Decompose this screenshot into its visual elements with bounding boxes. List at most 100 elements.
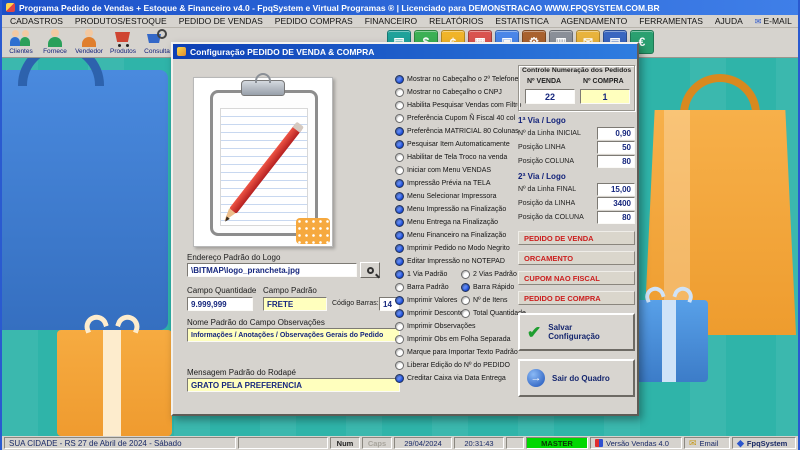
app-titlebar[interactable]: Programa Pedido de Vendas + Estoque & Fi…	[2, 0, 798, 15]
linha-inicial-field[interactable]: 0,90	[597, 127, 635, 140]
posicao-linha-field[interactable]: 50	[597, 141, 635, 154]
save-config-button[interactable]: ✔ Salvar Configuração	[518, 313, 635, 351]
option-marque-para-importar-texto-padrao[interactable]: Marque para Importar Texto Padrão	[395, 347, 518, 358]
status-version: Versão Vendas 4.0	[590, 437, 682, 449]
toolbar-clientes[interactable]: Clientes	[4, 29, 38, 58]
obs-value: Informações / Anotações / Observações Ge…	[191, 331, 384, 339]
browse-logo-button[interactable]	[360, 262, 380, 278]
option-total-quantidade[interactable]: Total Quantidade	[461, 308, 526, 319]
option-label: Impressão Prévia na TELA	[407, 180, 491, 187]
radio-icon	[395, 75, 404, 84]
option-label: Menu Selecionar Impressora	[407, 193, 497, 200]
default-field[interactable]: FRETE	[263, 297, 327, 311]
option-barra-rapido[interactable]: Barra Rápido	[461, 282, 514, 293]
clipboard-illustration	[193, 77, 333, 247]
clients-icon	[10, 29, 32, 48]
email-icon: ✉	[689, 437, 697, 448]
menu-pedido-compras[interactable]: PEDIDO COMPRAS	[269, 16, 359, 26]
option-menu-selecionar-impressora[interactable]: Menu Selecionar Impressora	[395, 191, 497, 202]
option-imprimir-descontos[interactable]: Imprimir Descontos	[395, 308, 467, 319]
posicao-da-coluna-field[interactable]: 80	[597, 211, 635, 224]
posicao-coluna-label: Posição COLUNA	[518, 158, 575, 165]
option-menu-entrega-na-finalizacao[interactable]: Menu Entrega na Finalização	[395, 217, 498, 228]
menu-e-mail[interactable]: ✉ E-MAIL	[749, 16, 798, 26]
option-imprimir-observacoes[interactable]: Imprimir Observações	[395, 321, 475, 332]
radio-icon	[395, 296, 404, 305]
option-mostrar-no-cabecalho-o-cnpj[interactable]: Mostrar no Cabeçalho o CNPJ	[395, 87, 502, 98]
menu-estatistica[interactable]: ESTATISTICA	[489, 16, 555, 26]
field-row: Posição COLUNA 80	[518, 155, 635, 168]
radio-icon	[395, 166, 404, 175]
menu-ferramentas[interactable]: FERRAMENTAS	[633, 16, 709, 26]
posicao-da-linha-label: Posição da LINHA	[518, 200, 576, 207]
exit-icon: →	[527, 369, 545, 387]
option-imprimir-pedido-no-modo-negrito[interactable]: Imprimir Pedido no Modo Negrito	[395, 243, 510, 254]
menu-financeiro[interactable]: FINANCEIRO	[359, 16, 423, 26]
option-2-vias-padrao[interactable]: 2 Vias Padrão	[461, 269, 517, 280]
option-menu-impressao-na-finalizacao[interactable]: Menu Impressão na Finalização	[395, 204, 506, 215]
logo-path-field[interactable]: \BITMAP\logo_prancheta.jpg	[187, 263, 357, 277]
menu-ajuda[interactable]: AJUDA	[709, 16, 749, 26]
option-1-via-padrao[interactable]: 1 Via Padrão	[395, 269, 447, 280]
option-habilita-pesquisar-vendas-com-filtro[interactable]: Habilita Pesquisar Vendas com Filtro	[395, 100, 521, 111]
option-label: Imprimir Observações	[407, 323, 476, 330]
posicao-coluna-field[interactable]: 80	[597, 155, 635, 168]
footer-value: GRATO PELA PREFERENCIA	[191, 380, 302, 390]
option-menu-financeiro-na-finalizacao[interactable]: Menu Financeiro na Finalização	[395, 230, 506, 241]
status-email[interactable]: ✉ Email	[684, 437, 730, 449]
option-preferencia-cupom-n-fiscal-40-col[interactable]: Preferência Cupom Ñ Fiscal 40 col	[395, 113, 515, 124]
status-bar: SUA CIDADE - RS 27 de Abril de 2024 - Sá…	[2, 436, 798, 450]
radio-icon	[395, 322, 404, 331]
orange-gift-illustration	[57, 311, 172, 436]
menu-agendamento[interactable]: AGENDAMENTO	[555, 16, 633, 26]
option-imprimir-valores[interactable]: Imprimir Valores	[395, 295, 457, 306]
option-iniciar-com-menu-vendas[interactable]: Iniciar com Menu VENDAS	[395, 165, 491, 176]
button-cupom-nao-fiscal[interactable]: CUPOM NAO FISCAL	[518, 271, 635, 285]
toolbar-fornece[interactable]: Fornece	[38, 29, 72, 58]
toolbar-vendedor[interactable]: Vendedor	[72, 29, 106, 58]
qty-mask-field[interactable]: 9.999,999	[187, 297, 253, 311]
radio-icon	[395, 114, 404, 123]
option-label: Mostrar no Cabeçalho o 2º Telefone	[407, 76, 519, 83]
option-label: Editar Impressão no NOTEPAD	[407, 258, 505, 265]
numbering-title: Controle Numeração dos Pedidos	[522, 67, 632, 74]
option-liberar-edicao-do-n-do-pedido[interactable]: Liberar Edição do Nº do PEDIDO	[395, 360, 510, 371]
menu-pedido-de-vendas[interactable]: PEDIDO DE VENDAS	[173, 16, 269, 26]
radio-icon	[395, 88, 404, 97]
obs-field[interactable]: Informações / Anotações / Observações Ge…	[187, 328, 400, 342]
compra-number-field[interactable]: 1	[580, 89, 630, 104]
menu-cadastros[interactable]: CADASTROS	[4, 16, 69, 26]
venda-number-field[interactable]: 22	[525, 89, 575, 104]
option-n-de-itens[interactable]: Nº de Itens	[461, 295, 507, 306]
app-icon	[6, 3, 15, 12]
radio-icon	[395, 153, 404, 162]
option-preferencia-matricial-80-colunas[interactable]: Preferência MATRICIAL 80 Colunas	[395, 126, 519, 137]
field-row: Nº da Linha FINAL 15,00	[518, 183, 635, 196]
option-pesquisar-item-automaticamente[interactable]: Pesquisar Item Automaticamente	[395, 139, 510, 150]
seller-icon	[78, 29, 100, 48]
option-impressao-previa-na-tela[interactable]: Impressão Prévia na TELA	[395, 178, 491, 189]
radio-icon	[395, 257, 404, 266]
button-pedido-de-venda[interactable]: PEDIDO DE VENDA	[518, 231, 635, 245]
dialog-titlebar[interactable]: Configuração PEDIDO DE VENDA & COMPRA	[173, 44, 637, 59]
button-pedido-de-compra[interactable]: PEDIDO DE COMPRA	[518, 291, 635, 305]
toolbar-consulta[interactable]: Consulta	[140, 29, 174, 58]
exit-dialog-button[interactable]: → Sair do Quadro	[518, 359, 635, 397]
option-editar-impressao-no-notepad[interactable]: Editar Impressão no NOTEPAD	[395, 256, 505, 267]
footer-field[interactable]: GRATO PELA PREFERENCIA	[187, 378, 400, 392]
gift-ribbon	[662, 300, 676, 382]
button-orcamento[interactable]: ORCAMENTO	[518, 251, 635, 265]
posicao-da-linha-field[interactable]: 3400	[597, 197, 635, 210]
linha-final-field[interactable]: 15,00	[597, 183, 635, 196]
menu-relatorios[interactable]: RELATÓRIOS	[423, 16, 489, 26]
option-habilitar-de-tela-troco-na-venda[interactable]: Habilitar de Tela Troco na venda	[395, 152, 507, 163]
option-creditar-caixa-via-data-entrega[interactable]: Creditar Caixa via Data Entrega	[395, 373, 506, 384]
version-icon	[595, 439, 603, 447]
option-barra-padrao[interactable]: Barra Padrão	[395, 282, 449, 293]
option-mostrar-no-cabecalho-o-2-telefone[interactable]: Mostrar no Cabeçalho o 2º Telefone	[395, 74, 518, 85]
dialog-title: Configuração PEDIDO DE VENDA & COMPRA	[190, 46, 375, 57]
radio-icon	[395, 218, 404, 227]
toolbar-produtos[interactable]: Produtos	[106, 29, 140, 58]
menu-produtos-estoque[interactable]: PRODUTOS/ESTOQUE	[69, 16, 173, 26]
option-imprimir-obs-em-folha-separada[interactable]: Imprimir Obs em Folha Separada	[395, 334, 510, 345]
